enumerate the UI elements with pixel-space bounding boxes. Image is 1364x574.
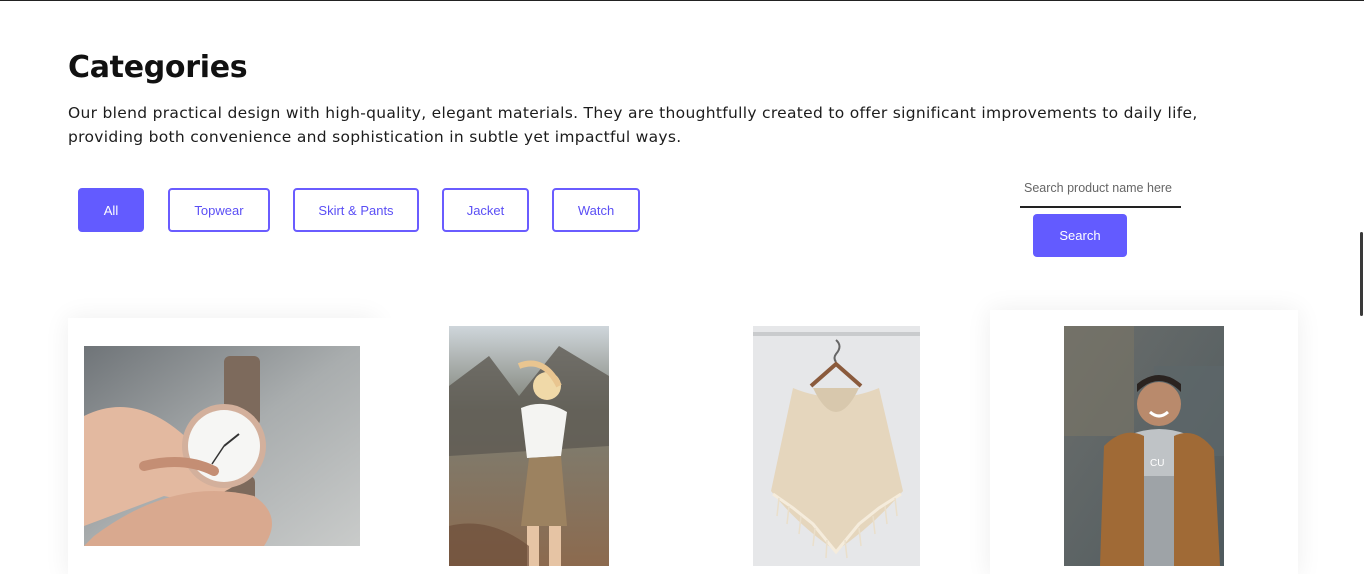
- product-card[interactable]: [684, 318, 990, 574]
- window-top-border: [0, 0, 1364, 1]
- filter-skirt-pants-button[interactable]: Skirt & Pants: [293, 188, 419, 232]
- filter-watch-button[interactable]: Watch: [552, 188, 640, 232]
- product-image-poncho[interactable]: [753, 326, 920, 566]
- filter-jacket-button[interactable]: Jacket: [442, 188, 529, 232]
- product-card[interactable]: CU: [990, 310, 1298, 574]
- filter-topwear-button[interactable]: Topwear: [168, 188, 270, 232]
- search-input[interactable]: [1020, 170, 1181, 208]
- product-image-jacket[interactable]: CU: [1064, 326, 1224, 566]
- page-description: Our blend practical design with high-qua…: [68, 104, 1198, 146]
- product-image-watch[interactable]: [84, 346, 360, 546]
- search-button[interactable]: Search: [1033, 214, 1127, 257]
- page-title: Categories: [68, 50, 248, 85]
- product-card[interactable]: [68, 318, 376, 574]
- scrollbar-thumb[interactable]: [1360, 232, 1363, 316]
- product-card[interactable]: [376, 318, 684, 574]
- svg-text:CU: CU: [1150, 458, 1164, 469]
- product-image-skirt[interactable]: [449, 326, 609, 566]
- filter-all-button[interactable]: All: [78, 188, 144, 232]
